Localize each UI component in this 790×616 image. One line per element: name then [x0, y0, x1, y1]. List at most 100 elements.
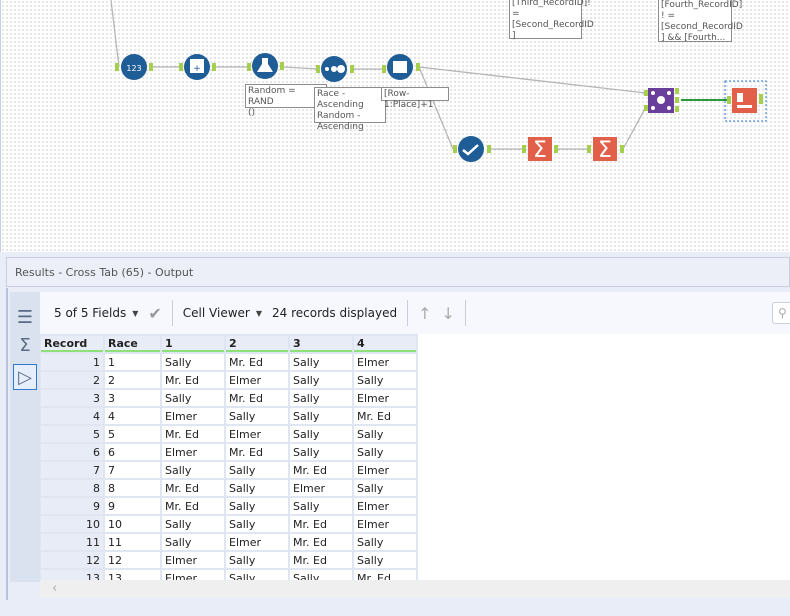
row-number[interactable]: 8: [41, 480, 103, 496]
table-cell[interactable]: Sally: [226, 480, 288, 496]
column-header[interactable]: 1: [162, 336, 224, 352]
row-number[interactable]: 5: [41, 426, 103, 442]
table-cell[interactable]: Sally: [162, 516, 224, 532]
multi-row-formula-tool[interactable]: [387, 54, 413, 80]
column-header[interactable]: 2: [226, 336, 288, 352]
table-cell[interactable]: Elmer: [162, 570, 224, 580]
table-cell[interactable]: Sally: [226, 570, 288, 580]
arrow-down-icon[interactable]: ↓: [442, 304, 455, 323]
summarize-tool-2[interactable]: Σ: [593, 137, 617, 163]
table-cell[interactable]: 9: [105, 498, 160, 514]
table-cell[interactable]: Elmer: [226, 426, 288, 442]
table-cell[interactable]: Sally: [290, 408, 352, 424]
list-view-icon[interactable]: ☰: [13, 304, 37, 330]
horizontal-scrollbar[interactable]: ‹: [40, 580, 790, 598]
table-cell[interactable]: Elmer: [354, 390, 416, 406]
table-cell[interactable]: Sally: [354, 552, 416, 568]
table-cell[interactable]: Sally: [354, 426, 416, 442]
table-cell[interactable]: Mr. Ed: [162, 426, 224, 442]
table-cell[interactable]: Sally: [290, 498, 352, 514]
table-cell[interactable]: Mr. Ed: [290, 516, 352, 532]
table-cell[interactable]: Elmer: [226, 372, 288, 388]
row-number[interactable]: 13: [41, 570, 103, 580]
table-cell[interactable]: Mr. Ed: [162, 498, 224, 514]
table-cell[interactable]: 3: [105, 390, 160, 406]
search-input[interactable]: ⚲: [772, 302, 790, 324]
append-fields-tool[interactable]: +: [184, 54, 210, 80]
table-cell[interactable]: Sally: [354, 444, 416, 460]
column-header[interactable]: 3: [290, 336, 352, 352]
table-cell[interactable]: 7: [105, 462, 160, 478]
table-cell[interactable]: Elmer: [162, 444, 224, 460]
row-number[interactable]: 9: [41, 498, 103, 514]
fields-dropdown[interactable]: 5 of 5 Fields ▼: [54, 306, 138, 320]
table-cell[interactable]: Elmer: [162, 552, 224, 568]
table-cell[interactable]: Sally: [226, 516, 288, 532]
table-cell[interactable]: Mr. Ed: [162, 480, 224, 496]
table-cell[interactable]: Sally: [162, 354, 224, 370]
table-cell[interactable]: Mr. Ed: [226, 354, 288, 370]
row-number[interactable]: 1: [41, 354, 103, 370]
summarize-tool-1[interactable]: Σ: [528, 137, 552, 163]
results-grid[interactable]: Record Race 1 2 3 4 1 1 Sally Mr. Ed Sally Elmer 2 2…: [40, 334, 790, 580]
table-cell[interactable]: 5: [105, 426, 160, 442]
table-cell[interactable]: Sally: [226, 408, 288, 424]
table-cell[interactable]: Sally: [354, 480, 416, 496]
table-cell[interactable]: Sally: [290, 426, 352, 442]
row-number[interactable]: 2: [41, 372, 103, 388]
table-cell[interactable]: Elmer: [354, 516, 416, 532]
checkmark-icon[interactable]: ✔: [148, 304, 161, 323]
table-cell[interactable]: Sally: [226, 462, 288, 478]
unique-tool[interactable]: [458, 136, 484, 162]
table-cell[interactable]: Sally: [290, 444, 352, 460]
table-cell[interactable]: Sally: [290, 390, 352, 406]
cell-viewer-dropdown[interactable]: Cell Viewer ▼: [183, 306, 262, 320]
table-cell[interactable]: 10: [105, 516, 160, 532]
column-header[interactable]: Race: [105, 336, 160, 352]
table-cell[interactable]: Mr. Ed: [354, 408, 416, 424]
table-cell[interactable]: Mr. Ed: [354, 570, 416, 580]
sigma-icon[interactable]: Σ: [13, 332, 37, 358]
row-number[interactable]: 11: [41, 534, 103, 550]
table-cell[interactable]: Mr. Ed: [226, 390, 288, 406]
table-cell[interactable]: Mr. Ed: [162, 372, 224, 388]
table-cell[interactable]: Mr. Ed: [290, 462, 352, 478]
cross-tab-tool[interactable]: [732, 88, 757, 113]
row-number[interactable]: 6: [41, 444, 103, 460]
row-number[interactable]: 12: [41, 552, 103, 568]
row-number[interactable]: 3: [41, 390, 103, 406]
arrow-up-icon[interactable]: ↑: [418, 304, 431, 323]
row-number[interactable]: 10: [41, 516, 103, 532]
table-cell[interactable]: Sally: [162, 390, 224, 406]
table-cell[interactable]: Mr. Ed: [226, 444, 288, 460]
table-cell[interactable]: 12: [105, 552, 160, 568]
column-header[interactable]: 4: [354, 336, 416, 352]
tag-icon[interactable]: ▷: [13, 364, 37, 390]
table-cell[interactable]: Sally: [290, 372, 352, 388]
table-cell[interactable]: Sally: [354, 534, 416, 550]
column-header[interactable]: Record: [41, 336, 103, 352]
table-cell[interactable]: Elmer: [290, 480, 352, 496]
formula-tool[interactable]: [252, 53, 278, 79]
table-cell[interactable]: Elmer: [354, 498, 416, 514]
table-cell[interactable]: 4: [105, 408, 160, 424]
join-tool[interactable]: [648, 88, 674, 113]
table-cell[interactable]: Elmer: [354, 354, 416, 370]
workflow-canvas[interactable]: 123 + Σ Σ [Third_RecordID]! = [Second_Re…: [0, 0, 790, 252]
table-cell[interactable]: 6: [105, 444, 160, 460]
table-cell[interactable]: Sally: [162, 534, 224, 550]
table-cell[interactable]: Sally: [290, 354, 352, 370]
row-number[interactable]: 7: [41, 462, 103, 478]
sort-tool[interactable]: [321, 56, 347, 82]
table-cell[interactable]: Sally: [226, 498, 288, 514]
table-cell[interactable]: Sally: [226, 552, 288, 568]
table-cell[interactable]: 1: [105, 354, 160, 370]
table-cell[interactable]: Elmer: [162, 408, 224, 424]
table-cell[interactable]: Elmer: [226, 534, 288, 550]
record-id-tool[interactable]: 123: [121, 54, 147, 80]
table-cell[interactable]: 11: [105, 534, 160, 550]
table-cell[interactable]: 8: [105, 480, 160, 496]
table-cell[interactable]: 13: [105, 570, 160, 580]
scroll-left-icon[interactable]: ‹: [52, 581, 57, 596]
table-cell[interactable]: Sally: [162, 462, 224, 478]
